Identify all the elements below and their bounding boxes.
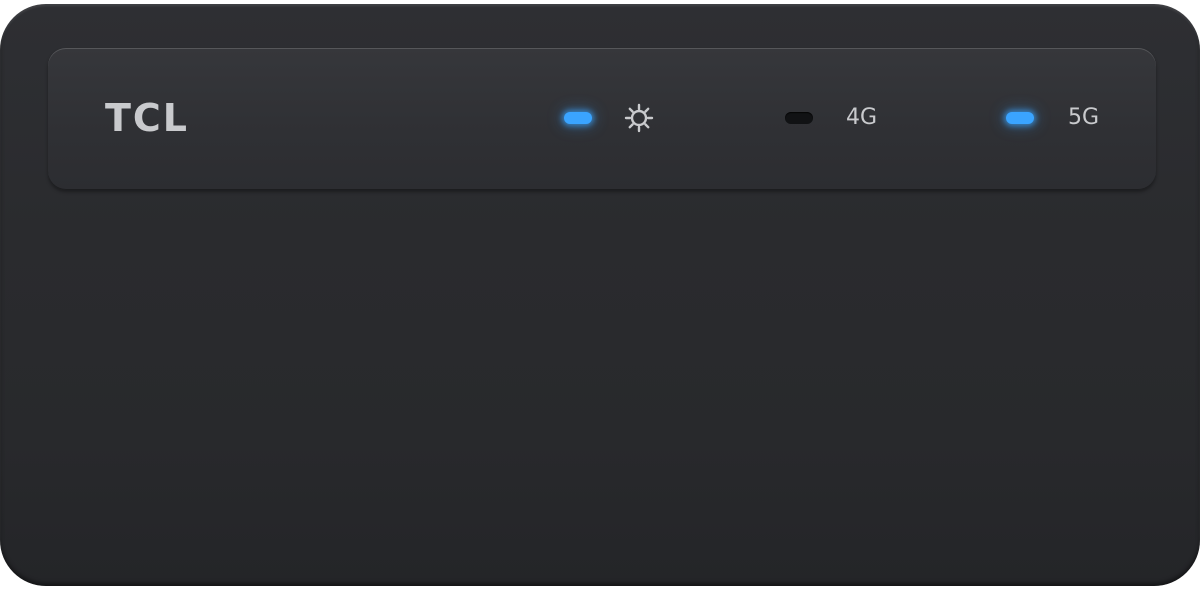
router-body [0, 4, 1200, 586]
power-status-led [564, 112, 592, 124]
4g-status-led [785, 112, 813, 124]
5g-label: 5G [1068, 105, 1100, 130]
5g-status-led [1006, 112, 1034, 124]
brand-logo: TCL [105, 96, 190, 140]
indicator-panel [48, 48, 1156, 190]
gear-icon [624, 103, 654, 133]
4g-label: 4G [846, 105, 878, 130]
